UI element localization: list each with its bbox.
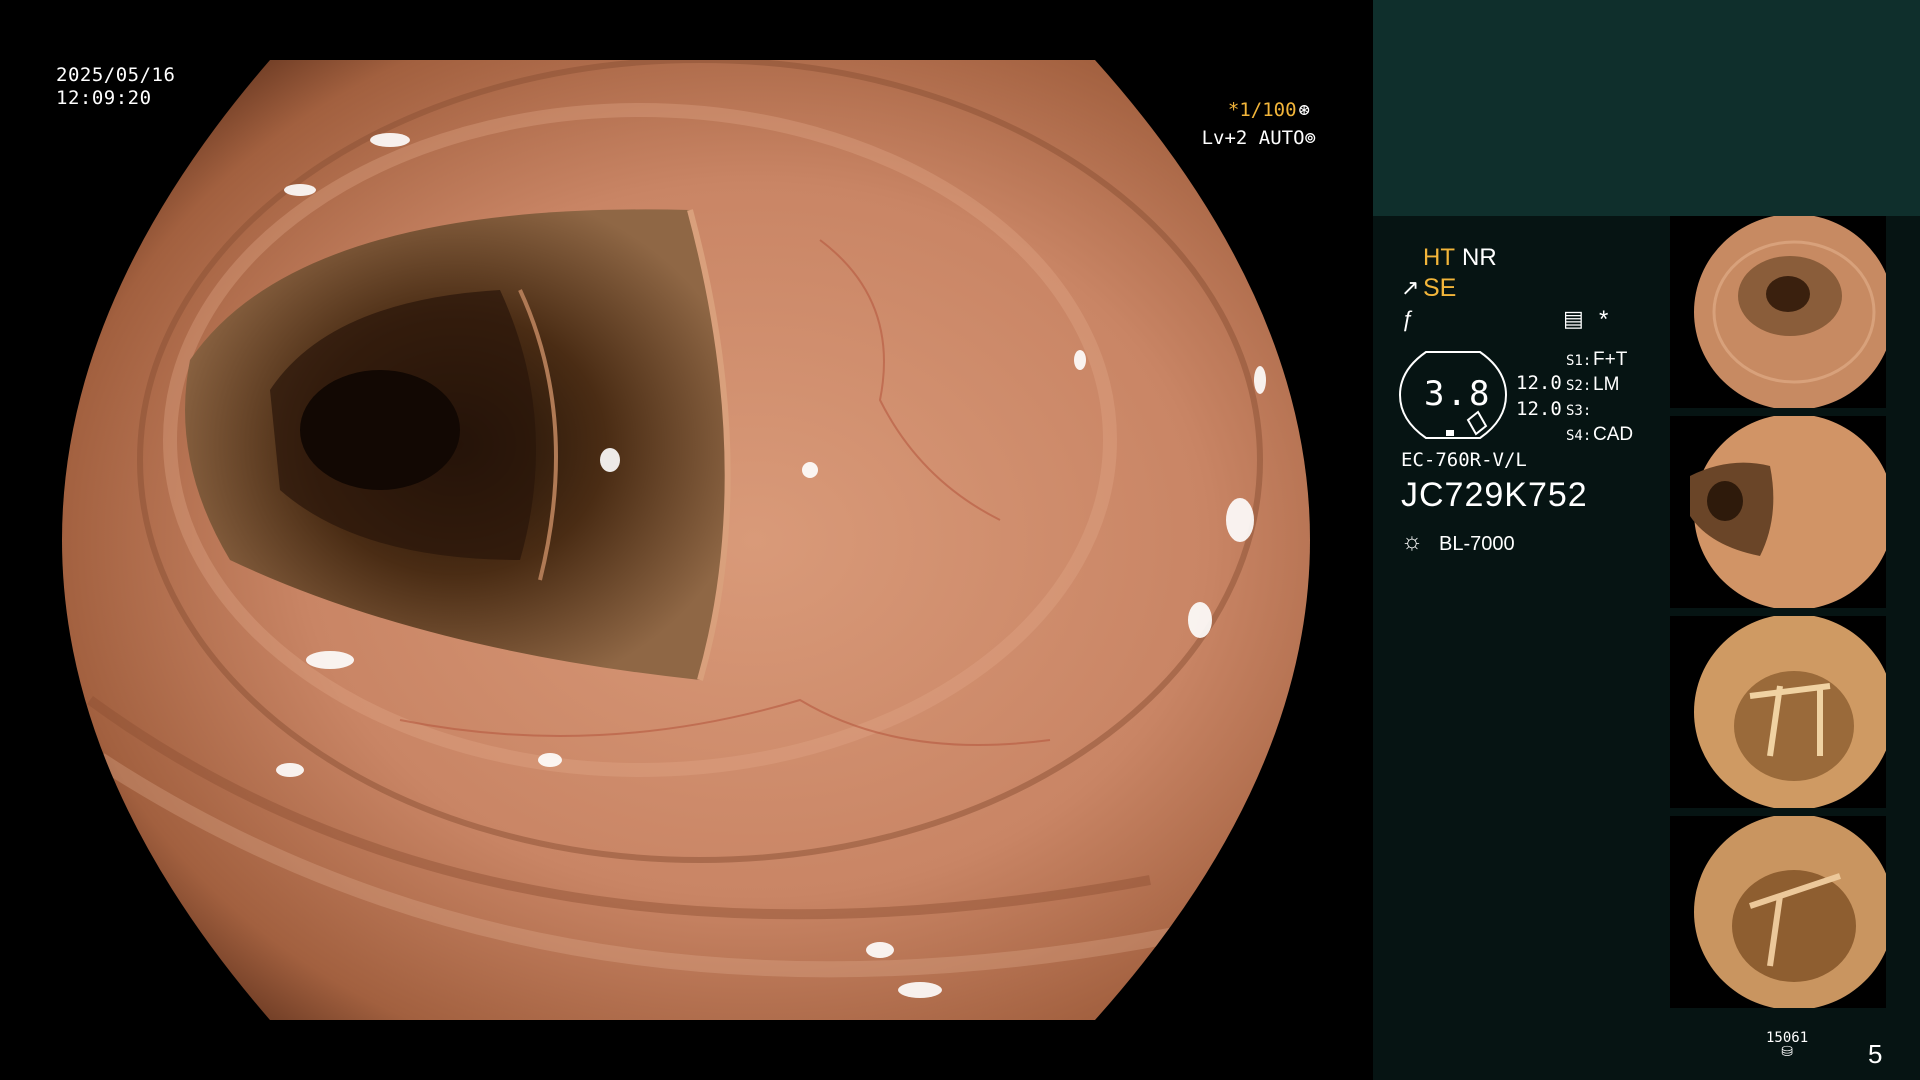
switch-value-s2: LM: [1593, 374, 1620, 395]
structure-enhance-icon: ↗: [1401, 275, 1420, 300]
page-number: 5: [1868, 1039, 1883, 1069]
asterisk-indicator: *: [1599, 306, 1609, 333]
light-source-model: BL-7000: [1439, 533, 1515, 555]
captured-thumbnail-3[interactable]: [1670, 616, 1886, 808]
se-indicator: SE: [1423, 274, 1457, 302]
captured-thumbnail-2[interactable]: [1670, 416, 1886, 608]
light-source-icon: ☼: [1401, 528, 1423, 555]
scope-model: EC-760R-V/L: [1401, 449, 1527, 471]
switch-value-s4: CAD: [1593, 424, 1634, 445]
iris-icon: ⊚: [1304, 127, 1316, 149]
shutter-text: *1/100: [1227, 99, 1297, 121]
memo-icon: ▤: [1563, 306, 1584, 331]
edge-enhance-icon: ƒ: [1401, 306, 1414, 331]
brightness-level: Lv+2 AUTO⊚: [1202, 127, 1316, 149]
info-panel: HT NR ↗ SE ƒ ▤ * 3.8 12.0 12.0 S1: F+T S…: [1373, 0, 1920, 1080]
captured-thumbnail-1[interactable]: [1670, 216, 1886, 408]
endoscope-live-view: 2025/05/16 12:09:20 *1/100 ⊛ Lv+2 AUTO⊚: [0, 0, 1372, 1080]
image-count-text: 15061: [1766, 1030, 1809, 1046]
shutter-speed: *1/100 ⊛: [1228, 99, 1310, 121]
nr-indicator: NR: [1462, 244, 1497, 271]
storage-icon: ⛁: [1781, 1044, 1793, 1060]
endoscopic-image: [62, 60, 1310, 1020]
image-count: 15061 ⛁: [1766, 1031, 1808, 1059]
captured-thumbnail-4[interactable]: [1670, 816, 1886, 1008]
time-text: 12:09:20: [56, 87, 152, 109]
switch-value-s1: F+T: [1593, 349, 1628, 370]
date-time-readout: 2025/05/16 12:09:20: [56, 64, 175, 110]
panel-header-area: [1373, 0, 1920, 216]
switch-key-s4: S4:: [1566, 428, 1592, 444]
parameter-value-a: 12.0: [1516, 372, 1562, 394]
scope-serial: JC729K752: [1401, 476, 1588, 514]
zoom-value: 3.8: [1424, 374, 1492, 414]
level-text: Lv+2 AUTO: [1201, 127, 1305, 149]
switch-key-s2: S2:: [1566, 378, 1592, 394]
parameter-value-b: 12.0: [1516, 398, 1562, 420]
ht-indicator: HT: [1423, 244, 1455, 271]
switch-key-s1: S1:: [1566, 353, 1592, 369]
date-text: 2025/05/16: [56, 64, 176, 86]
aperture-icon: ⊛: [1298, 99, 1310, 121]
switch-key-s3: S3:: [1566, 403, 1592, 419]
